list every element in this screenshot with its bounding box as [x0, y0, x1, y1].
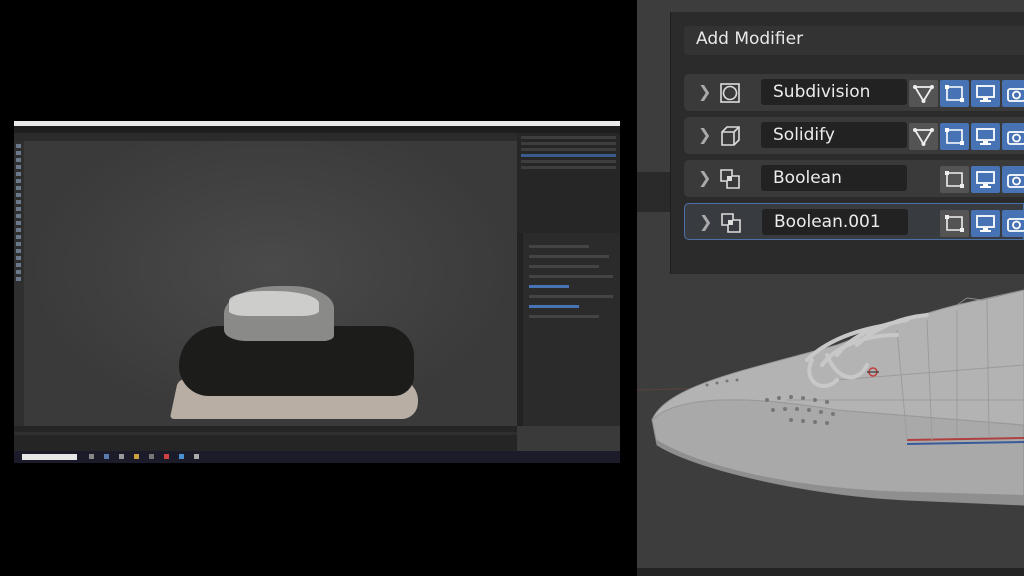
boolean-icon	[721, 213, 741, 233]
modifier-row-boolean-001[interactable]: ❯ Boolean.001	[684, 203, 1024, 240]
3d-viewport[interactable]	[24, 141, 517, 426]
solidify-icon	[721, 126, 740, 146]
tool-shelf	[14, 141, 24, 426]
add-modifier-label: Add Modifier	[696, 29, 804, 49]
modifier-row-boolean[interactable]: ❯ Boolean	[684, 160, 1024, 197]
status-bar-fragment	[637, 568, 1024, 576]
taskbar-search	[22, 454, 77, 460]
on-cage-toggle[interactable]	[909, 80, 938, 107]
modifier-name-field[interactable]: Boolean.001	[762, 209, 908, 235]
edit-mode-toggle[interactable]	[940, 166, 969, 193]
add-modifier-button[interactable]: Add Modifier	[684, 26, 1024, 55]
edit-mode-toggle[interactable]	[940, 80, 969, 107]
properties-tabs	[517, 233, 523, 426]
render-camera-icon	[1007, 218, 1024, 232]
timeline-panel	[14, 426, 517, 451]
render-toggle[interactable]	[1002, 210, 1024, 237]
expand-chevron-icon[interactable]: ❯	[698, 82, 711, 101]
boolean-icon	[720, 169, 740, 189]
render-toggle[interactable]	[1002, 166, 1024, 193]
modifier-name-field[interactable]: Solidify	[761, 122, 907, 148]
outliner-panel	[517, 133, 620, 233]
modifier-name-field[interactable]: Boolean	[761, 165, 907, 191]
on-cage-icon	[913, 128, 934, 146]
edit-mode-icon	[945, 171, 964, 188]
render-camera-icon	[1007, 88, 1024, 102]
modifier-row-solidify[interactable]: ❯ Solidify	[684, 117, 1024, 154]
render-toggle[interactable]	[1002, 123, 1024, 150]
realtime-viewport-icon	[976, 128, 995, 145]
realtime-viewport-toggle[interactable]	[971, 123, 1000, 150]
realtime-viewport-toggle[interactable]	[971, 166, 1000, 193]
expand-chevron-icon[interactable]: ❯	[698, 168, 711, 187]
edit-mode-icon	[945, 128, 964, 145]
render-camera-icon	[1007, 174, 1024, 188]
realtime-viewport-toggle[interactable]	[971, 210, 1000, 237]
edit-mode-icon	[945, 85, 964, 102]
edit-mode-toggle[interactable]	[940, 123, 969, 150]
viewport-header	[14, 133, 517, 141]
realtime-viewport-icon	[976, 215, 995, 232]
properties-panel	[517, 233, 620, 426]
os-taskbar	[14, 451, 620, 463]
blender-window-thumbnail	[14, 121, 620, 463]
modifier-name-field[interactable]: Subdivision	[761, 79, 907, 105]
edit-mode-icon	[945, 215, 964, 232]
render-toggle[interactable]	[1002, 80, 1024, 107]
edit-mode-toggle[interactable]	[940, 210, 969, 237]
realtime-viewport-toggle[interactable]	[971, 80, 1000, 107]
realtime-viewport-icon	[976, 85, 995, 102]
expand-chevron-icon[interactable]: ❯	[699, 212, 712, 231]
menu-bar	[14, 126, 620, 133]
render-camera-icon	[1007, 131, 1024, 145]
modifier-row-subdivision[interactable]: ❯ Subdivision	[684, 74, 1024, 111]
expand-chevron-icon[interactable]: ❯	[698, 125, 711, 144]
on-cage-toggle[interactable]	[909, 123, 938, 150]
on-cage-icon	[913, 85, 934, 103]
subdivision-icon	[720, 83, 740, 103]
scanned-shoe-laces	[229, 291, 319, 316]
realtime-viewport-icon	[976, 171, 995, 188]
